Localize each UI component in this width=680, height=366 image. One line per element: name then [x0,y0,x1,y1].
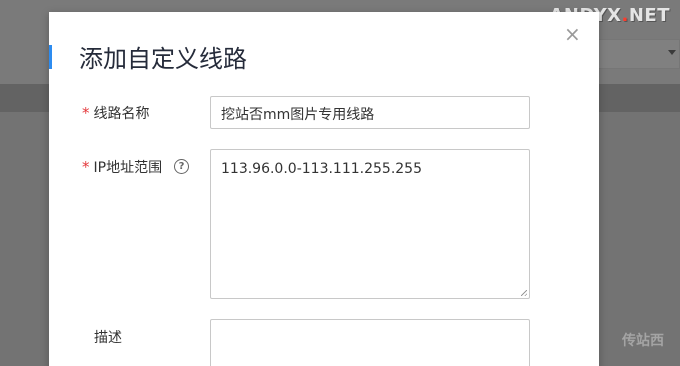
dialog-title: 添加自定义线路 [79,45,247,73]
ip-range-label: * IP地址范围 [82,158,163,176]
page: ANDYX.NET 添加自定义线路 × *线路名称 挖站否mm图片专用线路 *I… [0,0,680,366]
description-textarea[interactable] [210,319,530,366]
route-name-label: * 线路名称 [82,104,150,122]
help-icon[interactable]: ? [174,159,189,174]
chevron-down-icon [668,50,676,55]
ip-range-value: 113.96.0.0-113.111.255.255 [221,161,422,177]
required-mark: * [82,104,90,122]
close-icon[interactable]: × [564,24,581,44]
add-route-dialog: 添加自定义线路 × * 线路名称 挖站否mm图片专用线路 * IP地址范围 ? 11… [49,12,599,366]
description-label: 描述 [94,330,122,346]
title-accent-bar [49,45,52,69]
corner-watermark: 传站西 [622,333,664,349]
resize-handle[interactable] [521,290,527,296]
route-name-input[interactable]: 挖站否mm图片专用线路 [210,96,530,129]
ip-range-textarea[interactable]: 113.96.0.0-113.111.255.255 [210,149,530,299]
required-mark: * [82,158,90,176]
